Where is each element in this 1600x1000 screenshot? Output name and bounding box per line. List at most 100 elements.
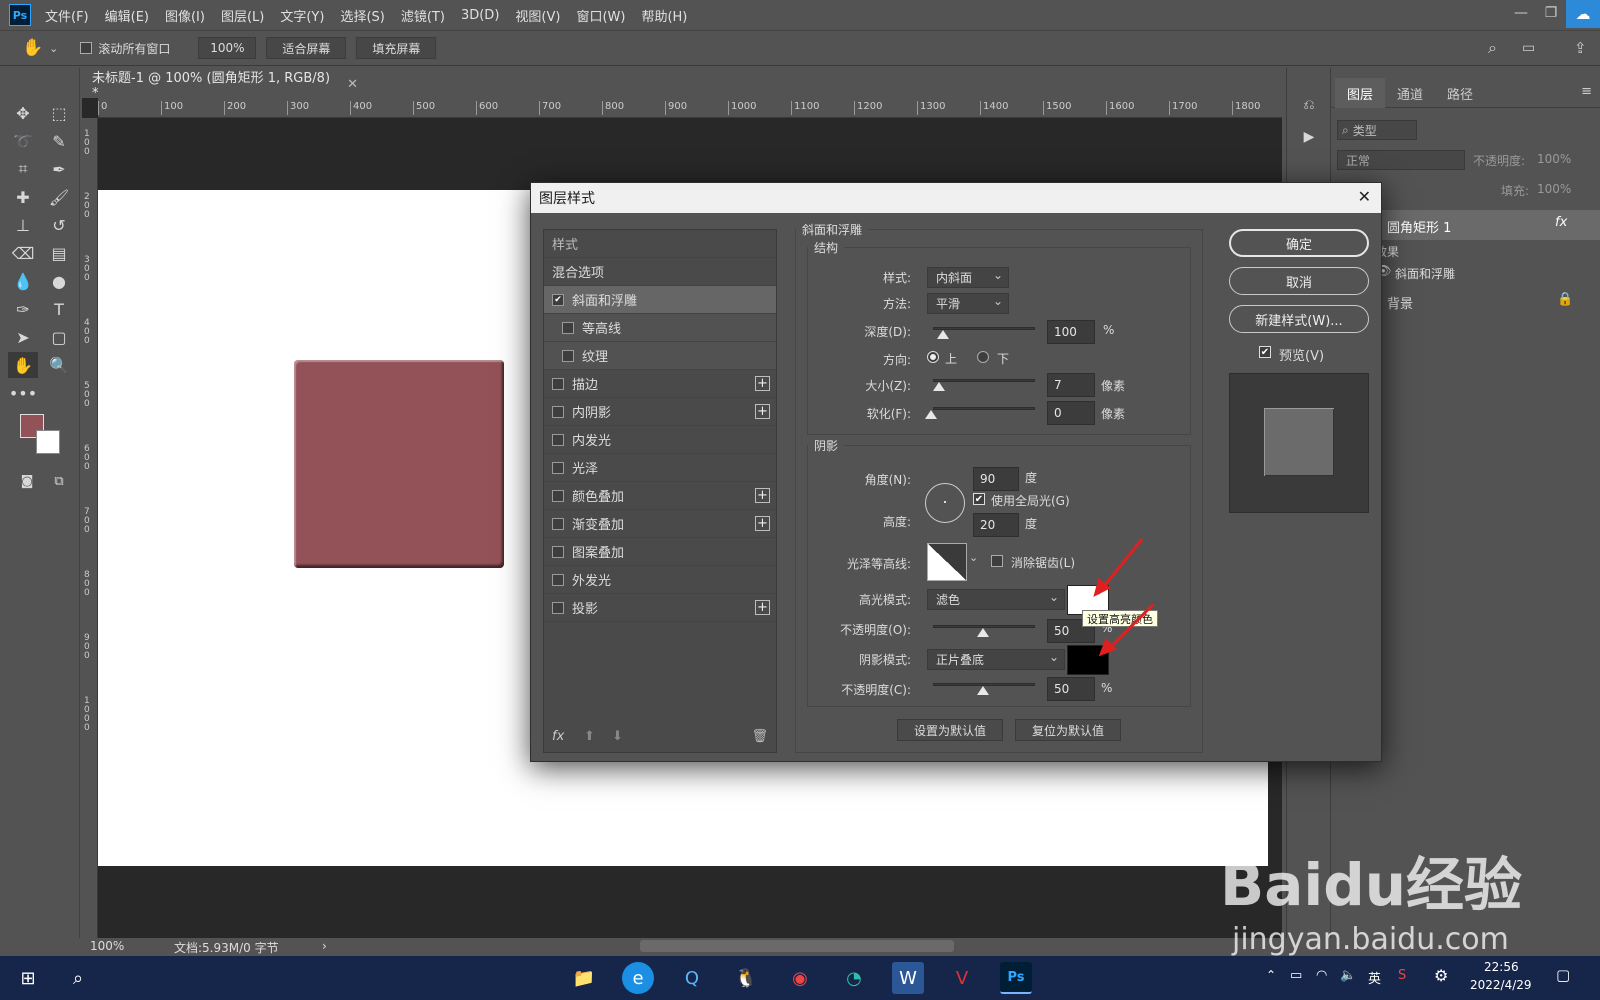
lasso-tool-icon[interactable]: ➰ xyxy=(8,128,38,154)
edge-icon[interactable]: ◔ xyxy=(838,962,870,994)
screen-mode-icon[interactable]: ⧉ xyxy=(44,468,74,494)
shadow-mode-select[interactable]: 正片叠底 xyxy=(927,649,1065,670)
zoom-field[interactable]: 100% xyxy=(198,37,257,59)
input-language[interactable]: 英 xyxy=(1368,968,1381,987)
path-select-icon[interactable]: ➤ xyxy=(8,324,38,350)
workspace-icon[interactable]: ▭ xyxy=(1522,40,1535,56)
eraser-tool-icon[interactable]: ⌫ xyxy=(8,240,38,266)
angle-dial[interactable] xyxy=(925,483,965,523)
blur-tool-icon[interactable]: 💧 xyxy=(8,268,38,294)
browser-e-icon[interactable]: e xyxy=(622,962,654,994)
clock-time[interactable]: 22:56 xyxy=(1484,960,1519,974)
size-slider-thumb[interactable] xyxy=(933,382,945,391)
style-item[interactable]: 光泽 xyxy=(544,454,776,482)
more-tools-icon[interactable]: ••• xyxy=(8,380,38,406)
trash-icon[interactable]: 🗑 xyxy=(751,729,768,744)
style-item[interactable]: ✔ 斜面和浮雕 xyxy=(544,286,776,314)
fx-menu-icon[interactable]: fx xyxy=(552,729,564,744)
windows-start-icon[interactable]: ⊞ xyxy=(12,962,44,994)
chrome-icon[interactable]: ◉ xyxy=(784,962,816,994)
hand-tool-icon[interactable]: ✋ xyxy=(8,352,38,378)
altitude-input[interactable]: 20 xyxy=(973,513,1019,537)
add-effect-icon[interactable]: + xyxy=(755,376,770,391)
shadow-opacity-thumb[interactable] xyxy=(977,686,989,695)
ok-button[interactable]: 确定 xyxy=(1229,229,1369,257)
menu-image[interactable]: 图像(I) xyxy=(165,6,205,25)
add-effect-icon[interactable]: + xyxy=(755,600,770,615)
style-checkbox[interactable]: ✔ xyxy=(552,293,564,306)
highlight-mode-select[interactable]: 滤色 xyxy=(927,589,1065,610)
restore-icon[interactable]: ❐ xyxy=(1536,0,1566,26)
brush-tool-icon[interactable]: 🖌 xyxy=(44,184,74,210)
shape-tool-icon[interactable]: ▢ xyxy=(44,324,74,350)
doc-info[interactable]: 文档:5.93M/0 字节 xyxy=(174,939,279,956)
reset-default-button[interactable]: 复位为默认值 xyxy=(1015,719,1121,741)
style-item[interactable]: 等高线 xyxy=(544,314,776,342)
history-brush-icon[interactable]: ↺ xyxy=(44,212,74,238)
gloss-contour-picker[interactable] xyxy=(927,543,967,581)
cancel-button[interactable]: 取消 xyxy=(1229,267,1369,295)
preview-checkbox[interactable]: ✔ xyxy=(1259,346,1271,358)
move-up-icon[interactable]: ⬆ xyxy=(584,729,595,744)
add-effect-icon[interactable]: + xyxy=(755,488,770,503)
make-default-button[interactable]: 设置为默认值 xyxy=(897,719,1003,741)
depth-input[interactable]: 100 xyxy=(1047,320,1095,344)
gradient-tool-icon[interactable]: ▤ xyxy=(44,240,74,266)
hand-tool-icon[interactable]: ✋ xyxy=(22,38,43,58)
browser-q-icon[interactable]: Q xyxy=(676,962,708,994)
style-checkbox[interactable] xyxy=(552,405,564,418)
photoshop-taskbar-icon[interactable]: Ps xyxy=(1000,962,1032,994)
fx-badge[interactable]: fx xyxy=(1555,215,1567,230)
notification-icon[interactable]: ▢ xyxy=(1556,966,1570,984)
style-item[interactable]: 描边 + xyxy=(544,370,776,398)
style-checkbox[interactable] xyxy=(552,517,564,530)
styles-header[interactable]: 样式 xyxy=(544,230,776,258)
scroll-all-option[interactable]: 滚动所有窗口 xyxy=(80,40,170,57)
style-checkbox[interactable] xyxy=(552,377,564,390)
share-icon[interactable]: ⇪ xyxy=(1574,39,1587,57)
chevron-down-icon[interactable]: ⌄ xyxy=(49,42,58,55)
menu-file[interactable]: 文件(F) xyxy=(45,6,89,25)
menu-layer[interactable]: 图层(L) xyxy=(221,6,264,25)
menu-type[interactable]: 文字(Y) xyxy=(280,6,324,25)
menu-help[interactable]: 帮助(H) xyxy=(641,6,687,25)
file-explorer-icon[interactable]: 📁 xyxy=(568,962,600,994)
style-item[interactable]: 颜色叠加 + xyxy=(544,482,776,510)
style-item[interactable]: 图案叠加 xyxy=(544,538,776,566)
battery-icon[interactable]: ▭ xyxy=(1290,968,1302,983)
dodge-tool-icon[interactable]: ● xyxy=(44,268,74,294)
minimize-icon[interactable]: — xyxy=(1506,0,1536,26)
settings-icon[interactable]: ⚙ xyxy=(1434,966,1448,985)
menu-filter[interactable]: 滤镜(T) xyxy=(401,6,445,25)
size-slider[interactable] xyxy=(933,379,1035,382)
cloud-icon[interactable]: ☁ xyxy=(1566,0,1600,28)
style-checkbox[interactable] xyxy=(552,461,564,474)
style-checkbox[interactable] xyxy=(562,321,574,334)
word-icon[interactable]: W xyxy=(892,962,924,994)
stamp-tool-icon[interactable]: ⊥ xyxy=(8,212,38,238)
new-style-button[interactable]: 新建样式(W)... xyxy=(1229,305,1369,333)
menu-3d[interactable]: 3D(D) xyxy=(461,8,499,23)
fill-screen-button[interactable]: 填充屏幕 xyxy=(356,37,437,59)
global-light-checkbox[interactable]: ✔ xyxy=(973,493,985,505)
quick-mask-icon[interactable]: ◙ xyxy=(12,468,42,494)
soften-slider-thumb[interactable] xyxy=(925,410,937,419)
add-effect-icon[interactable]: + xyxy=(755,516,770,531)
background-color[interactable] xyxy=(36,430,60,454)
angle-input[interactable]: 90 xyxy=(973,467,1019,491)
blend-options-item[interactable]: 混合选项 xyxy=(544,258,776,286)
eyedropper-icon[interactable]: ✒ xyxy=(44,156,74,182)
document-tab[interactable]: 未标题-1 @ 100% (圆角矩形 1, RGB/8) * ✕ xyxy=(82,70,358,101)
clock-date[interactable]: 2022/4/29 xyxy=(1470,978,1532,992)
fit-screen-button[interactable]: 适合屏幕 xyxy=(266,37,347,59)
direction-down-radio[interactable] xyxy=(977,351,989,363)
menu-select[interactable]: 选择(S) xyxy=(340,6,384,25)
size-input[interactable]: 7 xyxy=(1047,373,1095,397)
tray-chevron-icon[interactable]: ⌃ xyxy=(1266,968,1276,982)
style-checkbox[interactable] xyxy=(562,349,574,362)
chevron-down-icon[interactable]: ⌄ xyxy=(969,551,978,564)
depth-slider-thumb[interactable] xyxy=(937,330,949,339)
move-down-icon[interactable]: ⬇ xyxy=(612,729,623,744)
menu-edit[interactable]: 编辑(E) xyxy=(105,6,149,25)
tab-layers[interactable]: 图层 xyxy=(1335,78,1386,108)
